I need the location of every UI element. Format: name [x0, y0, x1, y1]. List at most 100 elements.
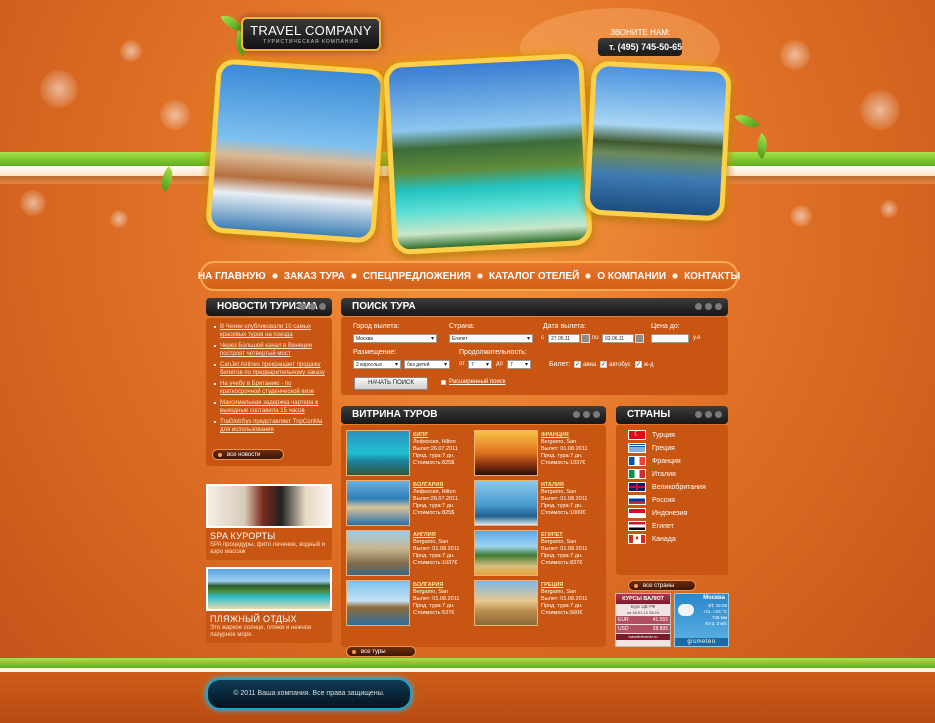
weather-widget[interactable]: Москва ВТ, 16:06 +21..+23 °C 746 мм Ю-З,…	[674, 593, 729, 647]
tour-name[interactable]: КИПР	[413, 432, 458, 439]
country-item[interactable]: Египет	[628, 521, 674, 531]
news-panel: В Чехии опубликовали 10 самых красивых т…	[206, 318, 332, 466]
city-select[interactable]: Москва	[353, 334, 437, 343]
children-select[interactable]: без детей	[404, 360, 450, 369]
currency-eur-row: EUR 41.555	[616, 616, 670, 624]
currency-date: на 18.01.10 08:24	[626, 610, 660, 615]
countries-title: СТРАНЫ	[627, 409, 671, 420]
nav-item-hotel-catalog[interactable]: КАТАЛОГ ОТЕЛЕЙ	[489, 271, 597, 282]
tours-title: ВИТРИНА ТУРОВ	[352, 409, 438, 420]
flag-italy-icon	[628, 469, 646, 479]
duration-label: Продолжительность:	[459, 349, 527, 356]
phone-number: т. (495) 745-50-65	[598, 38, 683, 56]
tour-place: Bergamo, San	[541, 589, 577, 595]
tour-name[interactable]: БОЛГАРИЯ	[413, 582, 459, 589]
tours-header: ВИТРИНА ТУРОВ	[341, 406, 606, 424]
nav-item-special-offers[interactable]: СПЕЦПРЕДЛОЖЕНИЯ	[363, 271, 489, 282]
ticket-bus-checkbox[interactable]: ✓	[600, 361, 607, 368]
news-item[interactable]: Через Большой канал в Венеции построят ч…	[214, 342, 326, 358]
nav-item-contacts[interactable]: КОНТАКТЫ	[684, 271, 740, 282]
advanced-search-link[interactable]: Расширенный поиск	[449, 379, 506, 385]
tour-card[interactable]: АНГЛИЯ Bergamo, San Вылет: 01.08.2011 Пр…	[346, 530, 472, 576]
news-item[interactable]: В Чехии опубликовали 10 самых красивых т…	[214, 323, 326, 339]
tour-card[interactable]: ЕГИПЕТ Bergamo, San Вылет: 01.08.2011 Пр…	[474, 530, 604, 576]
nav-item-order-tour[interactable]: ЗАКАЗ ТУРА	[284, 271, 363, 282]
tour-duration: Прод. тура:7 дн.	[413, 453, 455, 459]
tour-name[interactable]: ФРАНЦИЯ	[541, 432, 587, 439]
currency-widget[interactable]: КУРСЫ ВАЛЮТ Курс ЦБ РФ на 18.01.10 08:24…	[615, 593, 671, 647]
cloud-icon	[678, 604, 694, 616]
tour-image	[474, 430, 538, 476]
country-name: Турция	[652, 431, 675, 439]
tour-card[interactable]: ФРАНЦИЯ Bergamo, San Вылет: 01.08.2011 П…	[474, 430, 604, 476]
tour-image	[346, 580, 410, 626]
calendar-icon[interactable]	[581, 334, 590, 343]
duration-from-select[interactable]: 7	[468, 360, 492, 369]
duration-to-select[interactable]: 7	[507, 360, 531, 369]
nav-item-home[interactable]: НА ГЛАВНУЮ	[198, 271, 284, 282]
all-tours-button[interactable]: все туры	[346, 646, 416, 657]
tour-name[interactable]: ГРЕЦИЯ	[541, 582, 587, 589]
footer-green-stripe	[0, 658, 935, 668]
tour-price: Стоимость:537€	[413, 610, 455, 616]
tour-name[interactable]: БОЛГАРИЯ	[413, 482, 458, 489]
news-item[interactable]: Максимальная задержка чартера в выходные…	[214, 399, 326, 415]
header-dots-icon	[695, 303, 722, 310]
nav-separator-icon	[476, 273, 483, 279]
tour-card[interactable]: БОЛГАРИЯ Лефкосия, Hilton Вылет:26.07.20…	[346, 480, 472, 526]
country-item[interactable]: Великобритания	[628, 482, 706, 492]
country-item[interactable]: ♦ Канада	[628, 534, 676, 544]
dur-from-prefix: от	[459, 361, 465, 367]
nav-item-about[interactable]: О КОМПАНИИ	[597, 271, 684, 282]
tour-departure: Вылет:26.07.2011	[413, 496, 458, 502]
all-countries-button[interactable]: все страны	[628, 580, 696, 591]
country-name: Россия	[652, 496, 675, 504]
promo-beach[interactable]: ПЛЯЖНЫЙ ОТДЫХ Это жаркое солнце, пляжи и…	[206, 567, 332, 643]
country-name: Греция	[652, 444, 675, 452]
tour-name[interactable]: ЕГИПЕТ	[541, 532, 587, 539]
all-news-button[interactable]: все новости	[212, 449, 284, 460]
currency-site: travelinformer.ru	[616, 634, 670, 640]
country-item[interactable]: Греция	[628, 443, 675, 453]
tour-card[interactable]: ИТАЛИЯ Bergamo, San Вылет: 01.08.2011 Пр…	[474, 480, 604, 526]
tour-card[interactable]: БОЛГАРИЯ Bergamo, San Вылет: 01.08.2011 …	[346, 580, 472, 626]
tour-image	[474, 580, 538, 626]
date-to-input[interactable]: 03.06.11	[602, 334, 634, 343]
country-name: Индонезия	[652, 509, 688, 517]
start-search-button[interactable]: НАЧАТЬ ПОИСК	[354, 377, 428, 390]
date-from-input[interactable]: 27.05.11	[548, 334, 580, 343]
adults-select[interactable]: 2 взрослых	[353, 360, 401, 369]
news-item[interactable]: На учебу в Британию - по краткосрочной с…	[214, 380, 326, 396]
tour-place: Bergamo, San	[541, 539, 577, 545]
date-to-prefix: по	[592, 335, 599, 341]
country-item[interactable]: Италия	[628, 469, 676, 479]
header-dots-icon	[299, 303, 326, 310]
country-item[interactable]: ☾ Турция	[628, 430, 675, 440]
header-photo-temple	[584, 60, 732, 222]
ticket-avia-checkbox[interactable]: ✓	[574, 361, 581, 368]
calendar-icon[interactable]	[635, 334, 644, 343]
price-input[interactable]	[651, 334, 689, 343]
nav-label: НА ГЛАВНУЮ	[197, 270, 266, 282]
advanced-search-checkbox[interactable]	[441, 380, 446, 385]
date-label: Дата вылета:	[543, 323, 586, 330]
price-label: Цена до:	[651, 323, 680, 330]
tour-image	[474, 480, 538, 526]
country-select[interactable]: Египет	[449, 334, 533, 343]
ticket-rail-checkbox[interactable]: ✓	[635, 361, 642, 368]
tour-card[interactable]: КИПР Лефкосия, Hilton Вылет:26.07.2011 П…	[346, 430, 472, 476]
tour-name[interactable]: ИТАЛИЯ	[541, 482, 587, 489]
news-item[interactable]: CanJet Airlines прекращает продажу билет…	[214, 361, 326, 377]
country-name: Канада	[652, 535, 676, 543]
promo-spa[interactable]: SPA КУРОРТЫ SPA процедуры, фито лечение,…	[206, 484, 332, 560]
tour-place: Bergamo, San	[541, 439, 577, 445]
country-item[interactable]: Франция	[628, 456, 681, 466]
nav-label: ЗАКАЗ ТУРА	[283, 270, 345, 282]
country-item[interactable]: Россия	[628, 495, 675, 505]
logo-subtitle: ТУРИСТИЧЕСКАЯ КОМПАНИЯ	[263, 39, 359, 45]
country-item[interactable]: Индонезия	[628, 508, 687, 518]
news-item[interactable]: TraGlobSys представляет TripConMa для ис…	[214, 418, 326, 434]
tour-name[interactable]: АНГЛИЯ	[413, 532, 459, 539]
tour-card[interactable]: ГРЕЦИЯ Bergamo, San Вылет: 01.08.2011 Пр…	[474, 580, 604, 626]
logo[interactable]: TRAVEL COMPANY ТУРИСТИЧЕСКАЯ КОМПАНИЯ	[241, 17, 381, 51]
